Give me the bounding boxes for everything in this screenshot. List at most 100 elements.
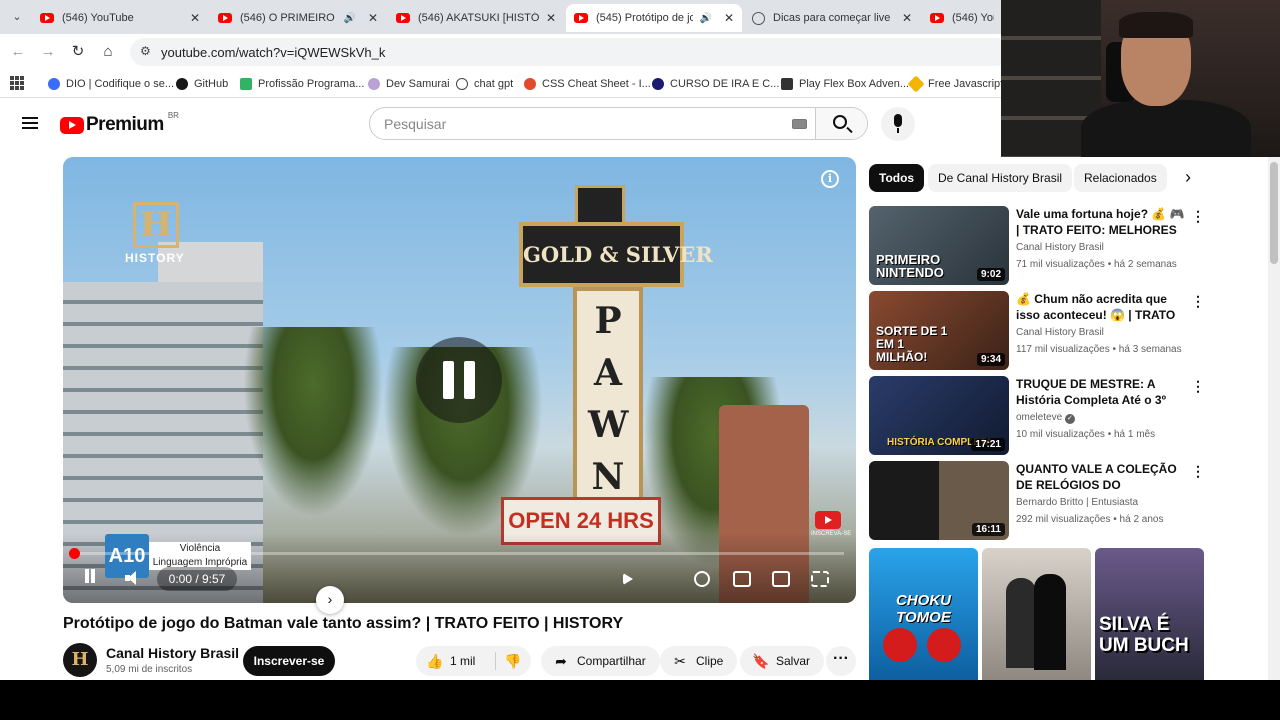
speaker-icon[interactable]: 🔊 [343, 13, 355, 24]
recommendation-channel[interactable]: Canal History Brasil [1016, 242, 1104, 253]
browser-tab[interactable]: (546) YouTube ✕ [32, 4, 208, 32]
voice-search-button[interactable] [881, 107, 915, 141]
close-tab-icon[interactable]: ✕ [546, 11, 556, 25]
bookmark-favicon-icon [907, 75, 925, 93]
youtube-subscribe-watermark-icon[interactable] [815, 511, 841, 529]
channel-avatar[interactable]: H [63, 643, 97, 677]
theater-mode-icon[interactable] [733, 571, 751, 587]
youtube-premium-logo[interactable]: Premium BR [60, 110, 179, 136]
scrubber-handle[interactable] [69, 548, 80, 559]
recommendation-title[interactable]: QUANTO VALE A COLEÇÃO DE RELÓGIOS DO FAU… [1016, 461, 1188, 493]
more-actions-icon[interactable]: ··· [826, 646, 856, 676]
browser-tab[interactable]: (546) YouTu [922, 4, 1002, 32]
settings-gear-icon[interactable] [694, 571, 710, 587]
subscribe-button[interactable]: Inscrever-se [243, 646, 335, 676]
volume-icon[interactable] [125, 571, 145, 585]
channel-name[interactable]: Canal History Brasil [106, 645, 239, 661]
like-count[interactable]: 1 mil [450, 654, 475, 668]
chip-all[interactable]: Todos [869, 164, 925, 192]
keyboard-icon[interactable] [792, 119, 807, 129]
page-scrollbar[interactable] [1268, 98, 1280, 680]
chevron-right-icon[interactable]: › [316, 586, 344, 614]
like-icon[interactable]: 👍 [426, 653, 443, 670]
thumbnail-text: SORTE DE 1 EM 1 MILHÃO! [876, 324, 948, 364]
video-player[interactable]: GOLD & SILVER PAWN OPEN 24 HRS H HISTORY… [63, 157, 856, 603]
kebab-menu-icon[interactable]: ⋮ [1191, 378, 1205, 395]
bookmark-item[interactable]: DIO | Codifique o se... [48, 76, 174, 92]
browser-tab[interactable]: (546) AKATSUKI [HISTÓRIA ✕ [388, 4, 564, 32]
autoplay-toggle-icon[interactable] [623, 573, 633, 585]
bookmark-label: GitHub [194, 78, 229, 90]
info-icon[interactable]: i [821, 170, 839, 188]
apps-grid-icon[interactable] [10, 76, 24, 90]
progress-bar[interactable] [75, 552, 844, 555]
webcam-overlay [1001, 0, 1280, 157]
sign-letters: PAWN [588, 300, 629, 498]
kebab-menu-icon[interactable]: ⋮ [1191, 208, 1205, 225]
search-input[interactable]: Pesquisar [384, 116, 446, 132]
recommendation-item[interactable]: 16:11 QUANTO VALE A COLEÇÃO DE RELÓGIOS … [869, 461, 1205, 541]
bookmark-item[interactable]: Free Javascript cl [907, 75, 1014, 93]
video-thumbnail[interactable]: SORTE DE 1 EM 1 MILHÃO! 9:34 [869, 291, 1009, 370]
close-tab-icon[interactable]: ✕ [368, 11, 378, 25]
chevron-right-icon[interactable]: › [1174, 164, 1202, 192]
fullscreen-icon[interactable] [811, 571, 829, 587]
recommendation-item[interactable]: PRIMEIRO NINTENDO 9:02 Vale uma fortuna … [869, 206, 1205, 286]
chip-related[interactable]: Relacionados [1074, 164, 1167, 192]
home-icon[interactable]: ⌂ [98, 42, 118, 62]
chip-channel[interactable]: De Canal History Brasil [928, 164, 1073, 192]
search-button[interactable] [815, 108, 867, 139]
share-button[interactable]: ➦ Compartilhar [541, 646, 660, 676]
bookmark-item[interactable]: CSS Cheat Sheet - I... [524, 76, 651, 92]
bookmark-item[interactable]: Profissão Programa... [240, 76, 364, 92]
recommendation-channel[interactable]: Canal History Brasil [1016, 327, 1104, 338]
video-title: Protótipo de jogo do Batman vale tanto a… [63, 615, 624, 632]
short-thumbnail[interactable]: CHOKU TOMOE [869, 548, 978, 680]
browser-tab-active[interactable]: (545) Protótipo de jogo 🔊 ✕ [566, 4, 742, 32]
bookmark-item[interactable]: Play Flex Box Adven... [781, 76, 909, 92]
reload-icon[interactable]: ↻ [68, 42, 88, 62]
recommendation-title[interactable]: Vale uma fortuna hoje? 💰 🎮 | TRATO FEITO… [1016, 206, 1188, 238]
video-thumbnail[interactable]: 16:11 [869, 461, 1009, 540]
recommendation-title[interactable]: 💰 Chum não acredita que isso aconteceu! … [1016, 291, 1188, 323]
recommendation-channel[interactable]: omeleteve ✓ [1016, 412, 1075, 424]
recommendation-item[interactable]: SORTE DE 1 EM 1 MILHÃO! 9:34 💰 Chum não … [869, 291, 1205, 371]
bookmark-item[interactable]: Dev Samurai [368, 76, 450, 92]
person-silhouette [1034, 574, 1066, 670]
recommendation-item[interactable]: HISTÓRIA COMPLETA 17:21 TRUQUE DE MESTRE… [869, 376, 1205, 456]
short-thumbnail[interactable] [982, 548, 1091, 680]
pause-overlay-icon[interactable] [416, 337, 502, 423]
country-code: BR [167, 110, 179, 120]
kebab-menu-icon[interactable]: ⋮ [1191, 463, 1205, 480]
back-icon[interactable]: ← [8, 42, 28, 62]
kebab-menu-icon[interactable]: ⋮ [1191, 293, 1205, 310]
close-tab-icon[interactable]: ✕ [724, 11, 734, 25]
browser-tab[interactable]: Dicas para começar live ✕ [744, 4, 920, 32]
close-tab-icon[interactable]: ✕ [190, 11, 200, 25]
short-thumbnail[interactable]: SILVA É UM BUCH [1095, 548, 1204, 680]
scrollbar-thumb[interactable] [1270, 162, 1278, 264]
pause-button[interactable] [83, 569, 97, 585]
site-info-icon[interactable]: ⚙ [140, 44, 151, 58]
bookmark-item[interactable]: chat gpt [456, 76, 513, 92]
tab-search-icon[interactable]: ⌄ [6, 7, 28, 27]
save-button[interactable]: 🔖 Salvar [740, 646, 825, 676]
close-tab-icon[interactable]: ✕ [902, 11, 912, 25]
bookmark-item[interactable]: CURSO DE IRA E C... [652, 76, 779, 92]
recommendation-channel[interactable]: Bernardo Britto | Entusiasta [1016, 497, 1138, 508]
short-text: SILVA É UM BUCH [1099, 614, 1189, 656]
browser-tab[interactable]: (546) O PRIMEIRO ENC 🔊 ✕ [210, 4, 386, 32]
video-thumbnail[interactable]: PRIMEIRO NINTENDO 9:02 [869, 206, 1009, 285]
menu-icon[interactable] [22, 117, 38, 129]
video-thumbnail[interactable]: HISTÓRIA COMPLETA 17:21 [869, 376, 1009, 455]
omnibox[interactable]: ⚙ youtube.com/watch?v=iQWEWSkVh_k [130, 38, 1010, 66]
forward-icon[interactable]: → [38, 42, 58, 62]
speaker-icon[interactable]: 🔊 [699, 13, 711, 24]
bookmark-item[interactable]: GitHub [176, 76, 228, 92]
recommendation-title[interactable]: TRUQUE DE MESTRE: A História Completa At… [1016, 376, 1188, 408]
clip-button[interactable]: ✂ Clipe [660, 646, 738, 676]
url-text[interactable]: youtube.com/watch?v=iQWEWSkVh_k [161, 45, 385, 60]
bookmark-label: CURSO DE IRA E C... [670, 78, 780, 90]
dislike-icon[interactable]: 👎 [504, 653, 521, 670]
cast-icon[interactable] [772, 571, 790, 587]
